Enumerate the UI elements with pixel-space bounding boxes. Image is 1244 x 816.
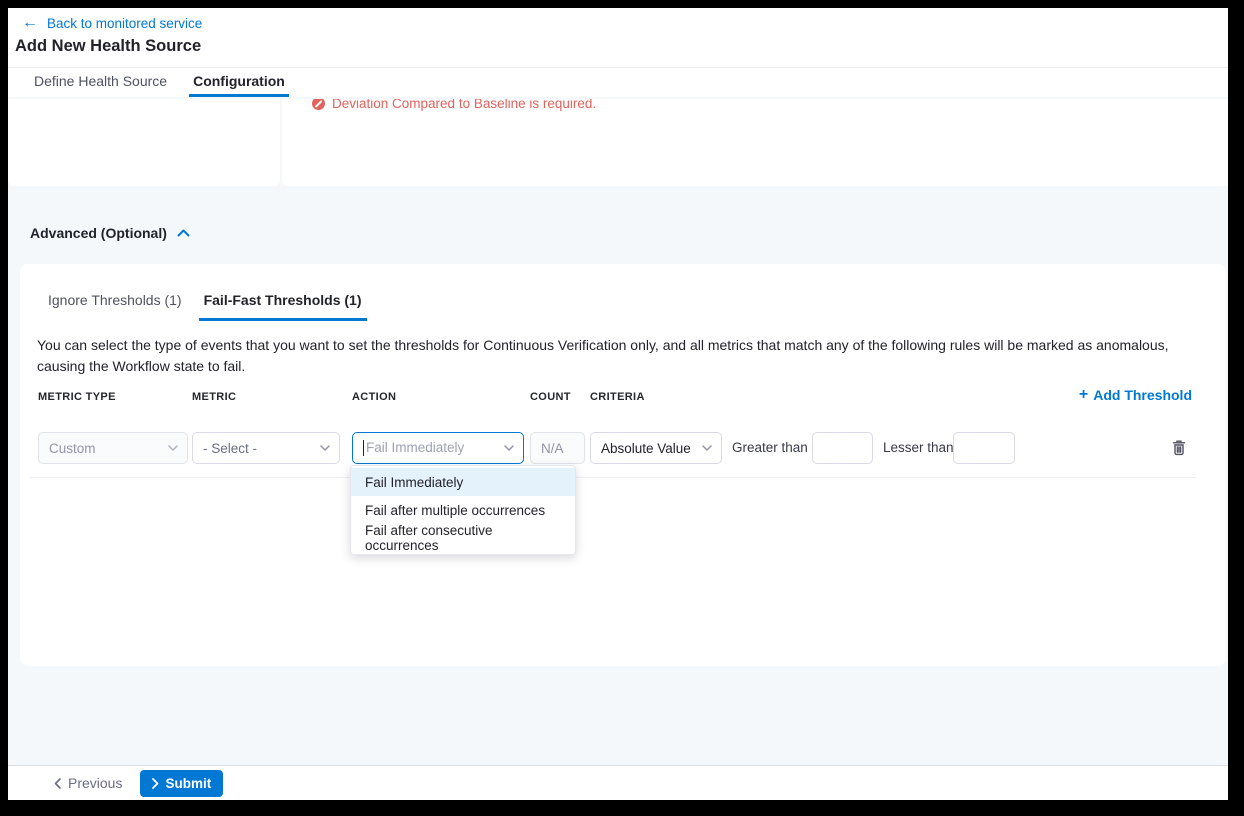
app-page: ← Back to monitored service Add New Heal… — [8, 8, 1228, 800]
back-link-label: Back to monitored service — [47, 16, 202, 31]
validation-error: Deviation Compared to Baseline is requir… — [312, 99, 1228, 111]
metric-select[interactable]: - Select - — [192, 432, 340, 464]
menu-item-fail-immediately[interactable]: Fail Immediately — [351, 468, 575, 496]
col-header-criteria: CRITERIA — [590, 391, 645, 403]
error-icon — [312, 99, 325, 110]
error-message: Deviation Compared to Baseline is requir… — [332, 99, 596, 111]
submit-button[interactable]: Submit — [140, 770, 223, 797]
metric-type-value: Custom — [49, 441, 96, 456]
criteria-select[interactable]: Absolute Value — [590, 432, 722, 464]
chevron-right-icon — [152, 778, 159, 789]
back-arrow-icon: ← — [22, 15, 38, 31]
row-divider — [30, 477, 1196, 478]
thresholds-description: You can select the type of events that y… — [37, 335, 1199, 377]
action-value: Fail Immediately — [366, 440, 464, 455]
metric-type-select[interactable]: Custom — [38, 432, 188, 464]
tab-configuration[interactable]: Configuration — [189, 68, 289, 97]
back-link[interactable]: ← Back to monitored service — [22, 15, 202, 31]
col-header-action: ACTION — [352, 391, 396, 403]
chevron-down-icon — [168, 445, 178, 451]
lesser-than-label: Lesser than — [883, 440, 954, 455]
menu-item-fail-after-consecutive[interactable]: Fail after consecutive occurrences — [351, 524, 575, 552]
chevron-down-icon — [504, 445, 514, 451]
metric-value: - Select - — [203, 441, 257, 456]
tab-ignore-thresholds[interactable]: Ignore Thresholds (1) — [43, 290, 187, 321]
chevron-up-icon — [177, 229, 190, 237]
count-input[interactable]: N/A — [530, 432, 585, 464]
form-panel-right: Deviation Compared to Baseline is requir… — [282, 99, 1228, 186]
submit-label: Submit — [165, 776, 211, 791]
add-threshold-label: Add Threshold — [1093, 387, 1192, 403]
greater-than-input[interactable] — [812, 432, 873, 464]
plus-icon: + — [1079, 387, 1088, 403]
menu-item-fail-after-multiple[interactable]: Fail after multiple occurrences — [351, 496, 575, 524]
page-header: ← Back to monitored service Add New Heal… — [8, 8, 1228, 67]
previous-label: Previous — [68, 775, 122, 791]
col-header-metric-type: METRIC TYPE — [38, 391, 116, 403]
chevron-left-icon — [54, 778, 61, 789]
advanced-section-toggle[interactable]: Advanced (Optional) — [30, 225, 190, 241]
form-panel-left — [8, 99, 280, 186]
delete-threshold-button[interactable] — [1171, 439, 1189, 457]
action-dropdown-menu: Fail Immediately Fail after multiple occ… — [350, 465, 576, 555]
col-header-metric: METRIC — [192, 391, 236, 403]
tab-define-health-source[interactable]: Define Health Source — [30, 68, 171, 97]
criteria-value: Absolute Value — [601, 441, 691, 456]
chevron-down-icon — [320, 445, 330, 451]
greater-than-label: Greater than — [732, 440, 808, 455]
lesser-than-input[interactable] — [953, 432, 1015, 464]
main-tabbar: Define Health Source Configuration — [8, 67, 1228, 97]
page-title: Add New Health Source — [15, 37, 201, 56]
trash-icon — [1171, 439, 1187, 456]
page-footer: Previous Submit — [8, 765, 1228, 800]
thresholds-tabbar: Ignore Thresholds (1) Fail-Fast Threshol… — [43, 290, 367, 321]
advanced-label: Advanced (Optional) — [30, 225, 167, 241]
previous-button[interactable]: Previous — [54, 775, 122, 791]
action-select[interactable]: Fail Immediately — [352, 432, 524, 464]
chevron-down-icon — [702, 445, 712, 451]
add-threshold-button[interactable]: + Add Threshold — [1079, 387, 1192, 403]
thresholds-card: Ignore Thresholds (1) Fail-Fast Threshol… — [20, 264, 1226, 666]
tab-fail-fast-thresholds[interactable]: Fail-Fast Thresholds (1) — [199, 290, 367, 321]
text-cursor — [363, 440, 364, 456]
col-header-count: COUNT — [530, 391, 571, 403]
count-value: N/A — [541, 441, 564, 456]
